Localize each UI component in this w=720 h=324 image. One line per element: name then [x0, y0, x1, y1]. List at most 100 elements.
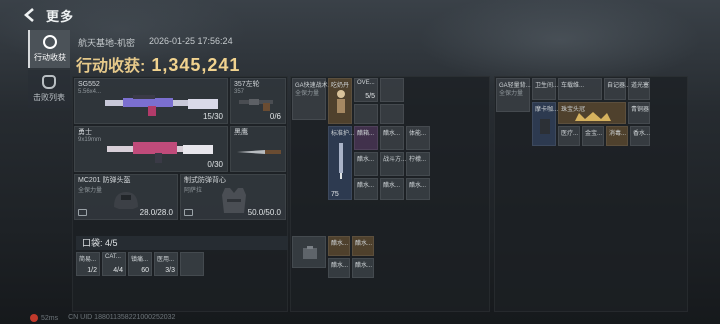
- backpack-cell[interactable]: 道光塞: [628, 78, 650, 100]
- rig-cell[interactable]: 战斗方...: [380, 152, 406, 176]
- weapon-slot-sidearm[interactable]: 357左轮 357 0/6: [230, 78, 286, 124]
- weapon-slot-primary[interactable]: SG552 5.56x4... 15/30: [74, 78, 228, 124]
- revolver-image: [239, 99, 273, 111]
- rig-empty-slot[interactable]: [354, 104, 378, 124]
- rig-cell[interactable]: 标准护... 75: [328, 126, 355, 200]
- item-name: 醋水...: [357, 157, 375, 163]
- item-name: 镇痛...: [131, 257, 149, 263]
- coffee-can-icon: [540, 119, 550, 134]
- backpack-cell[interactable]: 车载维...: [558, 78, 602, 100]
- item-name: 醋水...: [383, 131, 401, 137]
- syringe-icon: [339, 143, 343, 179]
- container-cell[interactable]: 醋水...: [352, 258, 374, 278]
- raid-datetime: 2026-01-25 17:56:24: [149, 36, 233, 46]
- item-name: OVE...: [357, 80, 375, 86]
- item-name: 醋水...: [331, 241, 349, 247]
- melee-slot[interactable]: 黑鹰: [230, 126, 286, 172]
- top-bar: 更多: [0, 0, 720, 30]
- item-name: 香水...: [633, 131, 651, 137]
- container-slot[interactable]: [292, 236, 326, 268]
- vest-image: [222, 188, 246, 213]
- ping-value: 52ms: [41, 314, 59, 322]
- rig-cell[interactable]: 醋水...: [406, 178, 430, 200]
- weapon-name: SG552: [78, 81, 100, 88]
- backpack-cell[interactable]: 消毒...: [606, 126, 628, 146]
- backpack-cell[interactable]: 金宝...: [582, 126, 604, 146]
- signal-icon: [30, 314, 38, 322]
- pocket-item[interactable]: CAT... 4/4: [102, 252, 126, 276]
- tab-kill-list[interactable]: 击败列表: [28, 70, 70, 108]
- item-name: 道光塞: [631, 83, 650, 89]
- backpack-cell[interactable]: 香水...: [630, 126, 650, 146]
- pocket-empty-slot[interactable]: [180, 252, 204, 276]
- backpack-sub: 全保力量: [499, 91, 524, 97]
- pocket-item[interactable]: 镇痛... 60: [128, 252, 152, 276]
- rig-cell[interactable]: 吃奶丹: [328, 78, 352, 124]
- rig-cell[interactable]: 醋水...: [354, 178, 378, 200]
- item-count: 5/5: [365, 93, 375, 100]
- helmet-slot[interactable]: MC201 防弹头盔 全保力量 28.0/28.0: [74, 174, 178, 220]
- map-name: 航天基地-机密: [78, 38, 135, 48]
- weapon-name: 357左轮: [234, 81, 260, 88]
- weapon-slot-secondary[interactable]: 勇士 9x19mm 0/30: [74, 126, 228, 172]
- sidebar: 行动收获 击败列表: [28, 30, 70, 324]
- backpack-cell[interactable]: 青铜器: [628, 102, 650, 124]
- rig-empty-slot[interactable]: [380, 78, 404, 102]
- backpack-slot[interactable]: GA轻量背... 全保力量: [496, 78, 531, 112]
- weapon-caliber: 5.56x4...: [78, 89, 102, 95]
- item-name: 吃奶丹: [331, 83, 350, 89]
- container-cell[interactable]: 醋水...: [328, 236, 350, 256]
- rig-empty-slot[interactable]: [380, 104, 404, 124]
- harvest-label: 行动收获:: [76, 58, 146, 75]
- item-count: 75: [331, 191, 339, 198]
- item-name: CAT...: [105, 254, 121, 260]
- item-name: 醋水...: [331, 263, 349, 269]
- rig-cell[interactable]: 醋水...: [354, 152, 378, 176]
- item-count: 1/2: [87, 267, 97, 274]
- tab-harvest[interactable]: 行动收获: [28, 30, 70, 68]
- container-cell[interactable]: 醋水...: [352, 236, 374, 256]
- harvest-total: 行动收获: 1,345,241: [76, 52, 240, 76]
- weapon-ammo: 15/30: [202, 112, 223, 121]
- armor-slot[interactable]: 制式防弹背心 阿萨拉 50.0/50.0: [180, 174, 286, 220]
- item-name: 标准护...: [331, 131, 355, 137]
- backpack-cell[interactable]: 摩卡咖...: [532, 102, 559, 146]
- backpack-cell[interactable]: 珠宝头冠: [558, 102, 626, 124]
- item-name: 摩卡咖...: [535, 107, 559, 113]
- backpack-cell[interactable]: 医疗...: [558, 126, 580, 146]
- skull-icon: [42, 75, 56, 89]
- pocket-item[interactable]: 医用... 3/3: [154, 252, 178, 276]
- item-count: 4/4: [113, 267, 123, 274]
- helmet-sub: 全保力量: [78, 188, 103, 194]
- item-count: 3/3: [165, 267, 175, 274]
- pocket-item[interactable]: 简易... 1/2: [76, 252, 100, 276]
- rig-cell[interactable]: 柠檬...: [406, 152, 430, 176]
- back-arrow-icon[interactable]: [22, 7, 38, 23]
- item-name: 自记器...: [607, 83, 631, 89]
- rig-cell[interactable]: 醋箱...: [354, 126, 378, 150]
- rig-slot[interactable]: GA快速战术... 全保力量: [292, 78, 333, 120]
- item-name: 医用...: [157, 257, 175, 263]
- weapon-caliber: 9x19mm: [78, 137, 102, 143]
- status-footer: 52ms CN UID 188011358221000252032: [30, 314, 175, 322]
- backpack-cell[interactable]: 自记器...: [604, 78, 630, 100]
- rig-sub: 全保力量: [295, 91, 320, 97]
- rig-cell[interactable]: 体能...: [406, 126, 430, 150]
- container-cell[interactable]: 醋水...: [328, 258, 350, 278]
- weapon-ammo: 0/30: [207, 160, 223, 169]
- item-name: 醋水...: [357, 183, 375, 189]
- rig-cell[interactable]: 醋水...: [380, 126, 404, 150]
- item-name: 体能...: [409, 131, 427, 137]
- item-name: 卫生间...: [535, 83, 559, 89]
- item-name: 柠檬...: [409, 157, 427, 163]
- tab-harvest-label: 行动收获: [34, 53, 66, 62]
- rig-cell[interactable]: OVE... 5/5: [354, 78, 378, 102]
- ping: 52ms: [30, 314, 58, 322]
- item-name: 医疗...: [561, 131, 579, 137]
- durability-icon: [184, 209, 193, 216]
- rig-cell[interactable]: 醋水...: [380, 178, 404, 200]
- harvest-value: 1,345,241: [151, 55, 241, 75]
- backpack-cell[interactable]: 卫生间...: [532, 78, 559, 100]
- weapon-caliber: 357: [234, 89, 245, 95]
- armor-name: 制式防弹背心: [184, 177, 226, 184]
